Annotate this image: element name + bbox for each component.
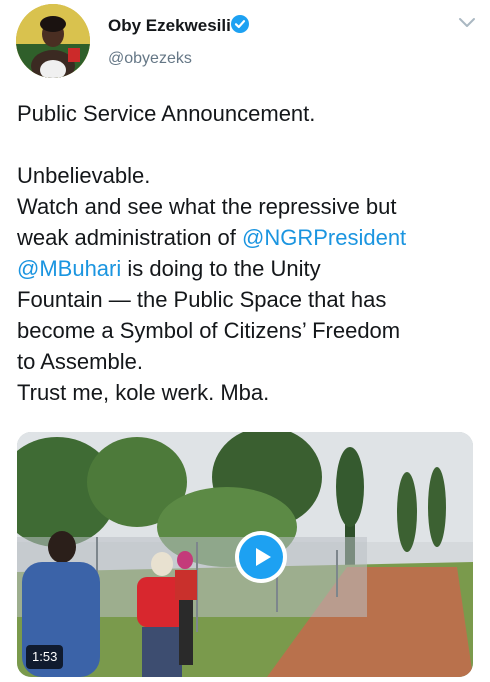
tweet-text-segment: Fountain — the Public Space that has [17,287,387,312]
verified-badge-icon [231,15,249,33]
video-player[interactable]: 1:53 [17,432,473,677]
display-name[interactable]: Oby Ezekwesili [108,16,231,36]
avatar[interactable] [16,4,90,78]
tweet-line: become a Symbol of Citizens’ Freedom [17,315,477,346]
tweet-header: Oby Ezekwesili @obyezeks [0,0,490,90]
tweet-text: Public Service Announcement. Unbelievable… [17,98,477,408]
tweet-line: Unbelievable. [17,160,477,191]
tweet-line: Public Service Announcement. [17,98,477,129]
tweet-line: @MBuhari is doing to the Unity [17,253,477,284]
tweet-line: Fountain — the Public Space that has [17,284,477,315]
tweet-line: to Assemble. [17,346,477,377]
tweet-text-segment: to Assemble. [17,349,143,374]
tweet-text-segment: Unbelievable. [17,163,151,188]
video-duration: 1:53 [26,645,64,669]
tweet-text-segment: Trust me, kole werk. Mba. [17,380,270,405]
mention-link[interactable]: @MBuhari [17,256,121,281]
play-icon [239,535,283,579]
handle[interactable]: @obyezeks [108,50,192,68]
tweet-text-segment: become a Symbol of Citizens’ Freedom [17,318,401,343]
tweet-text-segment: Public Service Announcement. [17,101,316,126]
tweet-text-segment: is doing to the Unity [121,256,321,281]
tweet-text-segment: Watch and see what the repressive but [17,194,397,219]
tweet-line: Watch and see what the repressive but [17,191,477,222]
mention-link[interactable]: @NGRPresident [242,225,406,250]
tweet-line: weak administration of @NGRPresident [17,222,477,253]
tweet-text-segment: weak administration of [17,225,242,250]
chevron-down-icon[interactable] [458,16,476,30]
play-button[interactable] [235,531,287,583]
tweet-line: Trust me, kole werk. Mba. [17,377,477,408]
tweet-line [17,129,477,160]
